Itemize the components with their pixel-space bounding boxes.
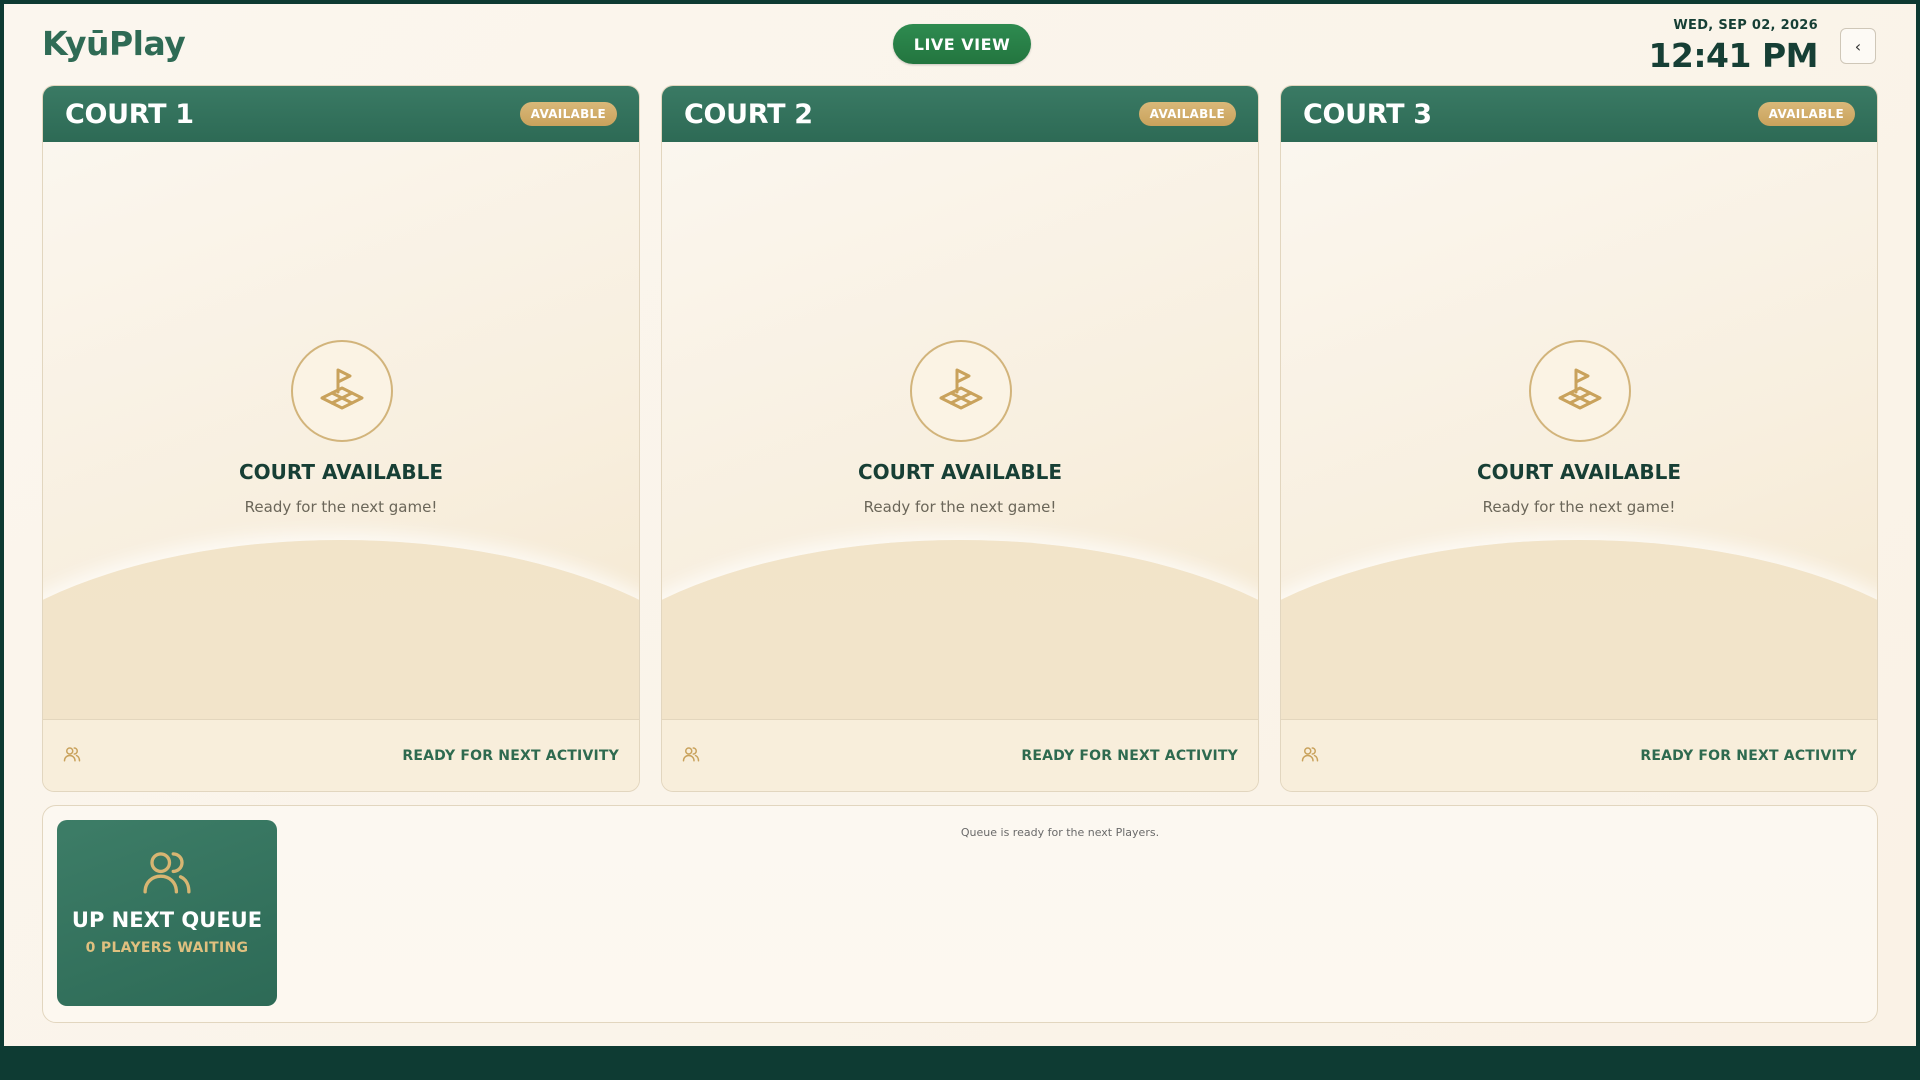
court-header: COURT 2 AVAILABLE xyxy=(662,86,1258,142)
court-footer-text: READY FOR NEXT ACTIVITY xyxy=(1640,747,1857,764)
court-header: COURT 3 AVAILABLE xyxy=(1281,86,1877,142)
current-time: 12:41 PM xyxy=(1648,36,1818,75)
court-footer-text: READY FOR NEXT ACTIVITY xyxy=(1021,747,1238,764)
court-subtitle: Ready for the next game! xyxy=(1482,498,1676,516)
players-icon xyxy=(1301,745,1319,767)
court-footer: READY FOR NEXT ACTIVITY xyxy=(43,719,639,791)
queue-panel: UP NEXT QUEUE 0 PLAYERS WAITING Queue is… xyxy=(42,805,1878,1023)
live-view-button[interactable]: LIVE VIEW xyxy=(893,24,1031,64)
court-card-2: COURT 2 AVAILABLE COURT AVAILABLE Ready … xyxy=(661,85,1259,792)
court-subtitle: Ready for the next game! xyxy=(244,498,438,516)
court-header: COURT 1 AVAILABLE xyxy=(43,86,639,142)
court-flag-icon xyxy=(910,340,1012,442)
court-flag-icon xyxy=(1529,340,1631,442)
players-icon xyxy=(682,745,700,767)
court-footer-text: READY FOR NEXT ACTIVITY xyxy=(402,747,619,764)
app-logo: KyūPlay xyxy=(42,24,186,63)
court-footer: READY FOR NEXT ACTIVITY xyxy=(662,719,1258,791)
status-badge: AVAILABLE xyxy=(1138,102,1236,126)
court-status: COURT AVAILABLE xyxy=(238,460,444,484)
queue-title: UP NEXT QUEUE xyxy=(71,908,263,932)
dashboard-screen: KyūPlay LIVE VIEW WED, SEP 02, 2026 12:4… xyxy=(4,4,1916,1046)
bottom-bar xyxy=(0,1046,1920,1080)
queue-message: Queue is ready for the next Players. xyxy=(960,826,1160,839)
court-card-3: COURT 3 AVAILABLE COURT AVAILABLE Ready … xyxy=(1280,85,1878,792)
players-icon xyxy=(63,745,81,767)
court-title: COURT 2 xyxy=(684,98,813,130)
up-next-queue-card[interactable]: UP NEXT QUEUE 0 PLAYERS WAITING xyxy=(57,820,277,1006)
queue-count: 0 PLAYERS WAITING xyxy=(85,940,249,956)
court-body: COURT AVAILABLE Ready for the next game! xyxy=(43,142,639,791)
status-badge: AVAILABLE xyxy=(519,102,617,126)
current-date: WED, SEP 02, 2026 xyxy=(1673,18,1818,33)
chevron-left-icon: ‹ xyxy=(1854,36,1862,56)
datetime-display: WED, SEP 02, 2026 12:41 PM xyxy=(1648,18,1818,75)
court-body: COURT AVAILABLE Ready for the next game! xyxy=(662,142,1258,791)
status-badge: AVAILABLE xyxy=(1757,102,1855,126)
players-icon xyxy=(142,848,192,898)
court-status: COURT AVAILABLE xyxy=(1476,460,1682,484)
collapse-button[interactable]: ‹ xyxy=(1840,28,1876,64)
court-flag-icon xyxy=(291,340,393,442)
court-title: COURT 1 xyxy=(65,98,194,130)
court-footer: READY FOR NEXT ACTIVITY xyxy=(1281,719,1877,791)
court-body: COURT AVAILABLE Ready for the next game! xyxy=(1281,142,1877,791)
court-subtitle: Ready for the next game! xyxy=(863,498,1057,516)
court-card-1: COURT 1 AVAILABLE COURT AVAILABLE Ready … xyxy=(42,85,640,792)
court-title: COURT 3 xyxy=(1303,98,1432,130)
court-status: COURT AVAILABLE xyxy=(857,460,1063,484)
